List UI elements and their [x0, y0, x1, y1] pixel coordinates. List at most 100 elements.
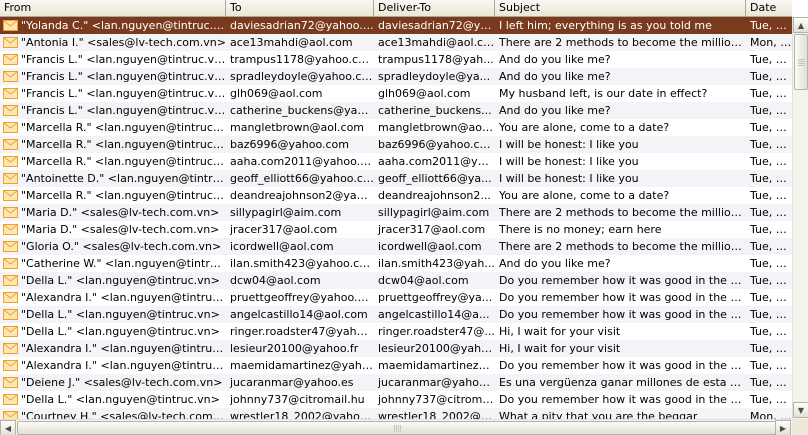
to-cell: jracer317@aol.com	[230, 223, 338, 236]
envelope-icon	[3, 343, 18, 354]
date-cell: Tue, 27 I	[750, 308, 792, 321]
deliver-to-cell: catherine_buckens...	[378, 104, 492, 117]
message-row[interactable]: "Courtney H." <sales@lv-tech.com.vn> wres…	[0, 408, 792, 419]
date-cell: Tue, 26 I	[750, 206, 792, 219]
column-header-date[interactable]: Date	[746, 0, 792, 17]
message-row[interactable]: "Della L." <lan.nguyen@tintruc.vn> angelc…	[0, 306, 792, 323]
column-header-deliver-to[interactable]: Deliver-To	[374, 0, 495, 17]
envelope-icon	[3, 275, 18, 286]
subject-cell: And do you like me?	[499, 257, 611, 270]
date-cell: Tue, 26 I	[750, 19, 792, 32]
envelope-icon	[3, 139, 18, 150]
to-cell: ringer.roadster47@yahoo...	[230, 325, 374, 338]
message-row[interactable]: "Della L." <lan.nguyen@tintruc.vn> ringer…	[0, 323, 792, 340]
envelope-icon	[3, 122, 18, 133]
from-cell: "Antonia I." <sales@lv-tech.com.vn>	[0, 34, 226, 51]
message-row[interactable]: "Antoinette D." <lan.nguyen@tintruc.... g…	[0, 170, 792, 187]
envelope-icon	[3, 360, 18, 371]
deliver-to-cell: dcw04@aol.com	[378, 274, 469, 287]
envelope-icon	[3, 105, 18, 116]
date-cell: Tue, 27 I	[750, 393, 792, 406]
date-cell: Tue, 27 I	[750, 138, 792, 151]
to-cell: ace13mahdi@aol.com	[230, 36, 353, 49]
message-row[interactable]: "Catherine W." <lan.nguyen@tintruc.... il…	[0, 255, 792, 272]
message-row[interactable]: "Marcella R." <lan.nguyen@tintruc.vn> man…	[0, 119, 792, 136]
from-cell: "Antoinette D." <lan.nguyen@tintruc....	[0, 170, 226, 187]
message-row[interactable]: "Francis L." <lan.nguyen@tintruc.vn> tram…	[0, 51, 792, 68]
vertical-scroll-thumb[interactable]	[794, 34, 808, 90]
from-cell: "Alexandra I." <lan.nguyen@tintruc.v...	[0, 340, 226, 357]
to-cell: deandreajohnson2@yahoo...	[230, 189, 374, 202]
from-cell: "Marcella R." <lan.nguyen@tintruc.vn>	[0, 153, 226, 170]
date-cell: Tue, 27 I	[750, 172, 792, 185]
column-header-to[interactable]: To	[226, 0, 374, 17]
envelope-icon	[3, 190, 18, 201]
message-row[interactable]: "Marcella R." <lan.nguyen@tintruc.vn> dea…	[0, 187, 792, 204]
message-row[interactable]: "Gloria O." <sales@lv-tech.com.vn> icordw…	[0, 238, 792, 255]
to-cell: baz6996@yahoo.com	[230, 138, 349, 151]
envelope-icon	[3, 377, 18, 388]
from-text: "Maria D." <sales@lv-tech.com.vn>	[21, 223, 220, 236]
column-header-subject[interactable]: Subject	[495, 0, 746, 17]
from-cell: "Francis L." <lan.nguyen@tintruc.vn>	[0, 85, 226, 102]
from-cell: "Alexandra I." <lan.nguyen@tintruc.v...	[0, 357, 226, 374]
scroll-right-button[interactable]: ▶	[775, 420, 791, 435]
message-row[interactable]: "Francis L." <lan.nguyen@tintruc.vn> cath…	[0, 102, 792, 119]
deliver-to-cell: pruettgeoffrey@ya...	[378, 291, 493, 304]
from-text: "Deiene J." <sales@lv-tech.com.vn>	[21, 376, 223, 389]
message-row[interactable]: "Maria D." <sales@lv-tech.com.vn> jracer3…	[0, 221, 792, 238]
subject-cell: Do you remember how it was good in the s…	[499, 359, 746, 372]
from-cell: "Della L." <lan.nguyen@tintruc.vn>	[0, 306, 226, 323]
message-row[interactable]: "Alexandra I." <lan.nguyen@tintruc.v... m…	[0, 357, 792, 374]
subject-cell: Hi, I wait for your visit	[499, 342, 621, 355]
date-cell: Tue, 27 I	[750, 342, 792, 355]
from-cell: "Della L." <lan.nguyen@tintruc.vn>	[0, 323, 226, 340]
to-cell: jucaranmar@yahoo.es	[230, 376, 354, 389]
deliver-to-cell: mangletbrown@aol....	[378, 121, 495, 134]
envelope-icon	[3, 207, 18, 218]
horizontal-scroll-thumb[interactable]	[17, 421, 777, 435]
to-cell: trampus1178@yahoo.com	[230, 53, 374, 66]
message-row[interactable]: "Antonia I." <sales@lv-tech.com.vn> ace13…	[0, 34, 792, 51]
from-text: "Alexandra I." <lan.nguyen@tintruc.v...	[21, 359, 226, 372]
scroll-down-button[interactable]: ▼	[793, 402, 808, 418]
column-header-bar: From To Deliver-To Subject Date	[0, 0, 792, 17]
message-row[interactable]: "Della L." <lan.nguyen@tintruc.vn> dcw04@…	[0, 272, 792, 289]
message-row[interactable]: "Della L." <lan.nguyen@tintruc.vn> johnny…	[0, 391, 792, 408]
from-cell: "Deiene J." <sales@lv-tech.com.vn>	[0, 374, 226, 391]
message-row[interactable]: "Yolanda C." <lan.nguyen@tintruc.vn> davi…	[0, 17, 792, 34]
horizontal-scrollbar[interactable]: ◀ ▶	[0, 419, 792, 435]
from-text: "Catherine W." <lan.nguyen@tintruc....	[21, 257, 226, 270]
deliver-to-cell: jracer317@aol.com	[378, 223, 486, 236]
vertical-scrollbar[interactable]: ▲ ▼	[792, 17, 808, 419]
from-cell: "Della L." <lan.nguyen@tintruc.vn>	[0, 391, 226, 408]
date-cell: Tue, 27 I	[750, 104, 792, 117]
subject-cell: Es una vergüenza ganar millones de esta …	[499, 376, 746, 389]
scroll-left-button[interactable]: ◀	[0, 420, 16, 435]
envelope-icon	[3, 394, 18, 405]
message-row[interactable]: "Francis L." <lan.nguyen@tintruc.vn> spra…	[0, 68, 792, 85]
from-text: "Yolanda C." <lan.nguyen@tintruc.vn>	[21, 19, 226, 32]
from-text: "Della L." <lan.nguyen@tintruc.vn>	[21, 325, 220, 338]
subject-cell: And do you like me?	[499, 70, 611, 83]
message-list[interactable]: From To Deliver-To Subject Date "Yolanda…	[0, 0, 792, 419]
message-row[interactable]: "Maria D." <sales@lv-tech.com.vn> sillypa…	[0, 204, 792, 221]
envelope-icon	[3, 156, 18, 167]
scroll-up-button[interactable]: ▲	[793, 17, 808, 33]
subject-cell: Do you remember how it was good in the s…	[499, 291, 746, 304]
to-cell: wrestler18_2002@yahoo...	[230, 410, 374, 419]
envelope-icon	[3, 326, 18, 337]
subject-cell: What a pity that you are the beggar	[499, 410, 698, 419]
to-cell: geoff_elliott66@yahoo.co...	[230, 172, 374, 185]
message-row[interactable]: "Francis L." <lan.nguyen@tintruc.vn> glh0…	[0, 85, 792, 102]
envelope-icon	[3, 173, 18, 184]
deliver-to-cell: jucaranmar@yahoo....	[378, 376, 495, 389]
envelope-icon	[3, 241, 18, 252]
subject-cell: I will be honest: I like you	[499, 138, 639, 151]
message-row[interactable]: "Alexandra I." <lan.nguyen@tintruc.v... p…	[0, 289, 792, 306]
message-row[interactable]: "Marcella R." <lan.nguyen@tintruc.vn> baz…	[0, 136, 792, 153]
message-row[interactable]: "Alexandra I." <lan.nguyen@tintruc.v... l…	[0, 340, 792, 357]
column-header-from[interactable]: From	[0, 0, 226, 17]
message-row[interactable]: "Marcella R." <lan.nguyen@tintruc.vn> aah…	[0, 153, 792, 170]
message-row[interactable]: "Deiene J." <sales@lv-tech.com.vn> jucara…	[0, 374, 792, 391]
